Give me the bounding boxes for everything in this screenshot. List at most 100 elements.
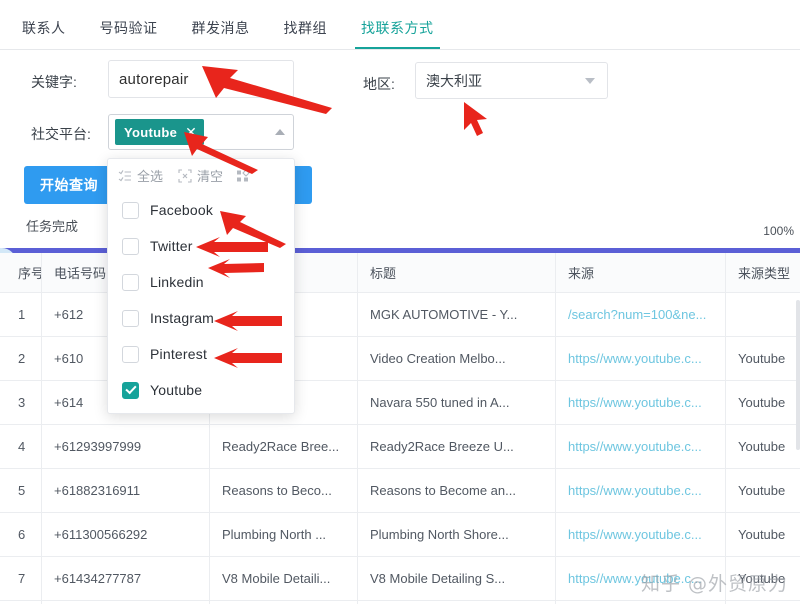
cell-source-type: Youtube: [726, 337, 800, 380]
status-text: 任务完成: [26, 216, 78, 235]
cell-title: MGK AUTOMOTIVE - Y...: [358, 293, 556, 336]
cell-source-type: Youtube: [726, 381, 800, 424]
vertical-scrollbar[interactable]: [796, 300, 800, 450]
chevron-up-icon: [275, 129, 285, 135]
platform-tag-youtube[interactable]: Youtube ✕: [115, 119, 204, 145]
dropdown-option-label: Facebook: [150, 202, 213, 218]
column-header-index[interactable]: 序号: [0, 253, 42, 292]
cell-source[interactable]: https//www.youtube.c...: [556, 381, 726, 424]
cell-index: 5: [0, 469, 42, 512]
start-query-button[interactable]: 开始查询: [24, 166, 114, 204]
tab-label: 找群组: [284, 18, 328, 38]
column-header-source-type[interactable]: 来源类型: [726, 253, 800, 292]
grid-layout-icon: [236, 169, 251, 183]
column-header-source[interactable]: 来源: [556, 253, 726, 292]
table-row[interactable]: 4+61293997999Ready2Race Bree...Ready2Rac…: [0, 425, 800, 469]
cell-source[interactable]: https//www.youtube.c...: [556, 469, 726, 512]
keyword-label: 关键字:: [31, 72, 77, 92]
region-select[interactable]: 澳大利亚: [415, 62, 608, 99]
cell-source[interactable]: https//www.youtube.c...: [556, 337, 726, 380]
cell-phone: +611300566292: [42, 513, 210, 556]
tab-bulk-message[interactable]: 群发消息: [188, 6, 254, 49]
select-all-tool[interactable]: 全选: [118, 166, 163, 185]
social-platform-dropdown: 全选 清空 Facebook Twitter Linkedin Instagram Pi…: [107, 158, 295, 414]
cell-source[interactable]: https//www.youtube.c...: [556, 425, 726, 468]
dropdown-option-instagram[interactable]: Instagram: [108, 300, 294, 336]
dropdown-option-label: Pinterest: [150, 346, 207, 362]
keyword-input[interactable]: autorepair: [108, 60, 294, 98]
cell-name: Ready2Race Bree...: [210, 425, 358, 468]
clear-tool[interactable]: 清空: [178, 166, 223, 185]
cell-index: 3: [0, 381, 42, 424]
cell-name: Plumbing North ...: [210, 513, 358, 556]
dropdown-toolbar: 全选 清空: [108, 159, 294, 192]
cell-source-type: Youtube: [726, 513, 800, 556]
dropdown-option-label: Twitter: [150, 238, 193, 254]
dropdown-option-youtube[interactable]: Youtube: [108, 372, 294, 408]
cell-phone: +61882316911: [42, 469, 210, 512]
dropdown-option-label: Instagram: [150, 310, 214, 326]
cell-index: 4: [0, 425, 42, 468]
tab-find-contact-methods[interactable]: 找联系方式: [357, 6, 438, 49]
tab-label: 号码验证: [100, 18, 158, 38]
cell-source-type: Youtube: [726, 469, 800, 512]
list-check-icon: [118, 169, 132, 183]
cell-title: Video Creation Melbo...: [358, 337, 556, 380]
watermark: 知乎 @外贸原力: [641, 569, 788, 596]
clear-box-icon: [178, 169, 192, 183]
dropdown-option-pinterest[interactable]: Pinterest: [108, 336, 294, 372]
checkbox-pinterest[interactable]: [122, 346, 139, 363]
annotation-arrow-region: [460, 100, 498, 140]
cell-phone: +61434277787: [42, 557, 210, 600]
cell-title: Navara 550 tuned in A...: [358, 381, 556, 424]
progress-percent-label: 100%: [763, 224, 794, 238]
cell-index: 2: [0, 337, 42, 380]
cell-title: Ready2Race Breeze U...: [358, 425, 556, 468]
close-icon[interactable]: ✕: [185, 125, 197, 139]
region-label: 地区:: [363, 74, 395, 94]
cell-title: Reasons to Become an...: [358, 469, 556, 512]
dropdown-option-linkedin[interactable]: Linkedin: [108, 264, 294, 300]
dropdown-option-list: Facebook Twitter Linkedin Instagram Pinteres…: [108, 192, 294, 408]
main-tabbar: 联系人 号码验证 群发消息 找群组 找联系方式: [0, 6, 800, 50]
column-header-title[interactable]: 标题: [358, 253, 556, 292]
cell-source[interactable]: https//www.youtube.c...: [556, 513, 726, 556]
keyword-input-value: autorepair: [119, 71, 189, 88]
dropdown-option-label: Youtube: [150, 382, 202, 398]
clear-label: 清空: [197, 166, 223, 185]
select-all-label: 全选: [137, 166, 163, 185]
cell-index: 1: [0, 293, 42, 336]
cell-title: Plumbing North Shore...: [358, 513, 556, 556]
tab-label: 群发消息: [192, 18, 250, 38]
cell-index: 7: [0, 557, 42, 600]
table-row[interactable]: 5+61882316911Reasons to Beco...Reasons t…: [0, 469, 800, 513]
region-select-value: 澳大利亚: [426, 71, 482, 91]
cell-source[interactable]: /search?num=100&ne...: [556, 293, 726, 336]
table-row[interactable]: 6+611300566292Plumbing North ...Plumbing…: [0, 513, 800, 557]
cell-title: V8 Mobile Detailing S...: [358, 557, 556, 600]
tab-label: 找联系方式: [361, 18, 434, 38]
tab-find-groups[interactable]: 找群组: [280, 6, 332, 49]
checkbox-youtube[interactable]: [122, 382, 139, 399]
checkbox-facebook[interactable]: [122, 202, 139, 219]
platform-tag-label: Youtube: [124, 125, 177, 140]
cell-source-type: Youtube: [726, 425, 800, 468]
checkbox-instagram[interactable]: [122, 310, 139, 327]
cell-source-type: [726, 293, 800, 336]
checkbox-linkedin[interactable]: [122, 274, 139, 291]
cell-name: Reasons to Beco...: [210, 469, 358, 512]
dropdown-option-facebook[interactable]: Facebook: [108, 192, 294, 228]
cell-index: 6: [0, 513, 42, 556]
cell-phone: +61293997999: [42, 425, 210, 468]
app-window: 联系人 号码验证 群发消息 找群组 找联系方式 关键字: autorepair …: [0, 0, 800, 604]
layout-tool[interactable]: [236, 169, 251, 183]
checkbox-twitter[interactable]: [122, 238, 139, 255]
chevron-down-icon: [585, 78, 595, 84]
dropdown-option-label: Linkedin: [150, 274, 204, 290]
cell-name: V8 Mobile Detaili...: [210, 557, 358, 600]
social-platform-label: 社交平台:: [31, 124, 91, 144]
social-platform-select[interactable]: Youtube ✕: [108, 114, 294, 150]
tab-number-validation[interactable]: 号码验证: [96, 6, 162, 49]
tab-contacts[interactable]: 联系人: [18, 6, 70, 49]
dropdown-option-twitter[interactable]: Twitter: [108, 228, 294, 264]
